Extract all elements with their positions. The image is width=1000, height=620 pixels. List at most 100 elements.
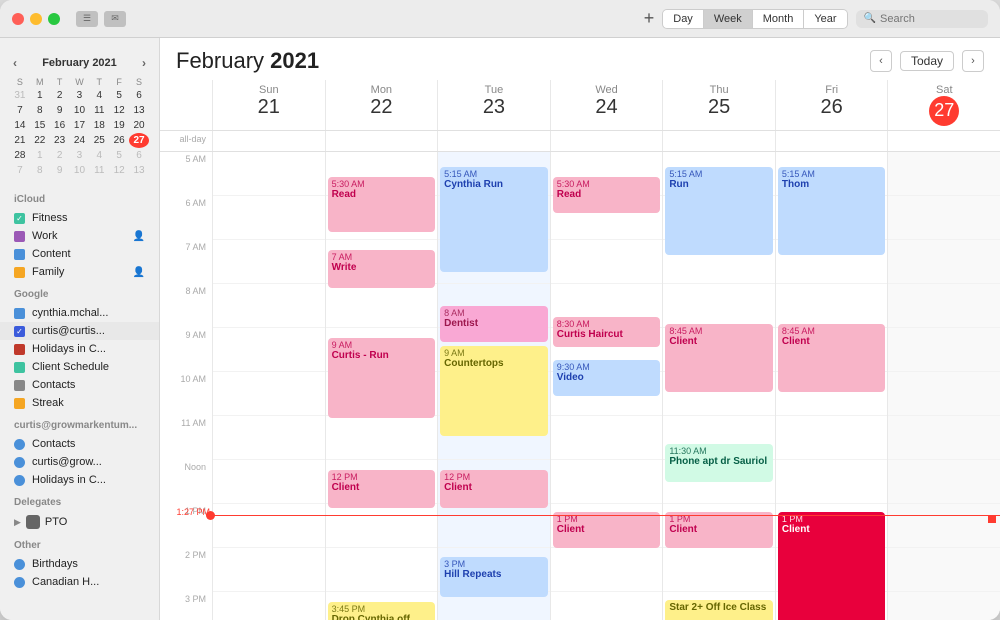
fitness-label: Fitness bbox=[32, 212, 145, 224]
streak-dot bbox=[14, 398, 25, 409]
day-header-wed: Wed 24 bbox=[550, 80, 663, 130]
mini-cal-next[interactable]: › bbox=[139, 56, 149, 70]
time-slot-5am: 5 AM bbox=[160, 152, 212, 196]
sidebar-item-birthdays[interactable]: Birthdays bbox=[0, 555, 159, 573]
sidebar-item-contacts[interactable]: Contacts bbox=[0, 376, 159, 394]
next-week-button[interactable]: › bbox=[962, 50, 984, 72]
sidebar-item-grow-holidays[interactable]: Holidays in C... bbox=[0, 471, 159, 489]
event-tue-countertops[interactable]: 9 AM Countertops bbox=[440, 346, 548, 436]
event-fri-client1[interactable]: 8:45 AM Client bbox=[778, 324, 886, 392]
sidebar-item-family[interactable]: Family 👤 bbox=[0, 263, 159, 281]
sidebar-item-work[interactable]: Work 👤 bbox=[0, 227, 159, 245]
event-thu-star[interactable]: Star 2+ Off Ice Class bbox=[665, 600, 773, 620]
view-week-button[interactable]: Week bbox=[704, 10, 753, 28]
pto-label: PTO bbox=[45, 516, 67, 528]
event-fri-thom[interactable]: 5:15 AM Thom bbox=[778, 167, 886, 255]
view-day-button[interactable]: Day bbox=[663, 10, 704, 28]
day-col-tue[interactable]: 5:15 AM Cynthia Run 8 AM Dentist 9 AM bbox=[437, 152, 550, 620]
mini-cal-prev[interactable]: ‹ bbox=[10, 56, 20, 70]
pto-box bbox=[26, 515, 40, 529]
prev-week-button[interactable]: ‹ bbox=[870, 50, 892, 72]
birthdays-label: Birthdays bbox=[32, 558, 145, 570]
close-icon[interactable] bbox=[12, 13, 24, 25]
sidebar-item-grow-curtis[interactable]: curtis@grow... bbox=[0, 453, 159, 471]
time-slot-3pm: 3 PM bbox=[160, 592, 212, 620]
time-slot-6am: 6 AM bbox=[160, 196, 212, 240]
sidebar-toggle-icon[interactable]: ☰ bbox=[76, 11, 98, 27]
day-col-sat[interactable] bbox=[887, 152, 1000, 620]
event-wed-haircut[interactable]: 8:30 AM Curtis Haircut bbox=[553, 317, 661, 347]
event-fri-client2[interactable]: 1 PM Client bbox=[778, 512, 886, 620]
event-mon-read[interactable]: 5:30 AM Read bbox=[328, 177, 436, 232]
sidebar-item-fitness[interactable]: ✓ Fitness bbox=[0, 209, 159, 227]
chevron-right-icon: ▶ bbox=[14, 517, 21, 528]
event-tue-client[interactable]: 12 PM Client bbox=[440, 470, 548, 508]
calendar-nav: ‹ Today › bbox=[870, 50, 984, 72]
event-tue-hill[interactable]: 3 PM Hill Repeats bbox=[440, 557, 548, 597]
today-button[interactable]: Today bbox=[900, 51, 954, 71]
day-header-fri: Fri 26 bbox=[775, 80, 888, 130]
event-thu-run[interactable]: 5:15 AM Run bbox=[665, 167, 773, 255]
sidebar-item-gcontacts[interactable]: Contacts bbox=[0, 435, 159, 453]
growmark-section-title: curtis@growmarkentum... bbox=[0, 412, 159, 435]
event-wed-video[interactable]: 9:30 AM Video bbox=[553, 360, 661, 396]
pto-item[interactable]: ▶ PTO bbox=[0, 512, 159, 532]
fullscreen-icon[interactable] bbox=[48, 13, 60, 25]
sidebar-item-client-schedule[interactable]: Client Schedule bbox=[0, 358, 159, 376]
sidebar-item-streak[interactable]: Streak bbox=[0, 394, 159, 412]
allday-mon bbox=[325, 131, 438, 151]
search-input[interactable] bbox=[880, 13, 980, 25]
holidays-label: Holidays in C... bbox=[32, 343, 145, 355]
grow-holidays-dot bbox=[14, 475, 25, 486]
event-thu-client1[interactable]: 8:45 AM Client bbox=[665, 324, 773, 392]
day-header-sat: Sat 27 bbox=[887, 80, 1000, 130]
day-header-tue: Tue 23 bbox=[437, 80, 550, 130]
allday-wed bbox=[550, 131, 663, 151]
cynthia-label: cynthia.mchal... bbox=[32, 307, 145, 319]
calendar-scroll[interactable]: 5 AM 6 AM 7 AM 8 AM 9 AM 10 AM 11 AM Noo… bbox=[160, 152, 1000, 620]
add-event-button[interactable]: + bbox=[644, 8, 655, 29]
search-box[interactable]: 🔍 bbox=[856, 10, 988, 28]
curtis-label: curtis@curtis... bbox=[32, 325, 145, 337]
view-month-button[interactable]: Month bbox=[753, 10, 805, 28]
event-mon-client[interactable]: 12 PM Client bbox=[328, 470, 436, 508]
mail-icon[interactable]: ✉ bbox=[104, 11, 126, 27]
mini-cal-title: February 2021 bbox=[42, 57, 117, 69]
time-gutter-header bbox=[160, 80, 212, 130]
day-col-sun[interactable] bbox=[212, 152, 325, 620]
event-tue-dentist[interactable]: 8 AM Dentist bbox=[440, 306, 548, 342]
day-col-wed[interactable]: 5:30 AM Read 8:30 AM Curtis Haircut 9:30… bbox=[550, 152, 663, 620]
event-mon-drop[interactable]: 3:45 PM Drop Cynthia off and... bbox=[328, 602, 436, 620]
view-year-button[interactable]: Year bbox=[804, 10, 846, 28]
sidebar-item-content[interactable]: Content bbox=[0, 245, 159, 263]
event-tue-run[interactable]: 5:15 AM Cynthia Run bbox=[440, 167, 548, 272]
curtis-check: ✓ bbox=[14, 326, 25, 337]
allday-sun bbox=[212, 131, 325, 151]
sat-dot bbox=[988, 515, 996, 523]
day-col-fri[interactable]: 5:15 AM Thom 8:45 AM Client 1 PM bbox=[775, 152, 888, 620]
sidebar-item-holidays[interactable]: Holidays in C... bbox=[0, 340, 159, 358]
day-col-thu[interactable]: 5:15 AM Run 8:45 AM Client 11:30 AM bbox=[662, 152, 775, 620]
time-slot-9am: 9 AM bbox=[160, 328, 212, 372]
minimize-icon[interactable] bbox=[30, 13, 42, 25]
event-mon-write[interactable]: 7 AM Write bbox=[328, 250, 436, 288]
search-icon: 🔍 bbox=[864, 13, 876, 24]
sidebar-item-canadian[interactable]: Canadian H... bbox=[0, 573, 159, 591]
contacts-dot bbox=[14, 380, 25, 391]
time-slot-noon: Noon bbox=[160, 460, 212, 504]
event-thu-client2[interactable]: 1 PM Client bbox=[665, 512, 773, 548]
sidebar-item-cynthia[interactable]: cynthia.mchal... bbox=[0, 304, 159, 322]
allday-tue bbox=[437, 131, 550, 151]
time-column: 5 AM 6 AM 7 AM 8 AM 9 AM 10 AM 11 AM Noo… bbox=[160, 152, 212, 620]
day-col-mon[interactable]: 5:30 AM Read 7 AM Write 9 AM C bbox=[325, 152, 438, 620]
event-wed-read[interactable]: 5:30 AM Read bbox=[553, 177, 661, 213]
birthdays-dot bbox=[14, 559, 25, 570]
main-layout: ‹ February 2021 › SMTWTFS 31123456 78910… bbox=[0, 38, 1000, 620]
event-wed-client[interactable]: 1 PM Client bbox=[553, 512, 661, 548]
allday-thu bbox=[662, 131, 775, 151]
grow-holidays-label: Holidays in C... bbox=[32, 474, 145, 486]
sidebar-item-curtis[interactable]: ✓ curtis@curtis... bbox=[0, 322, 159, 340]
event-thu-phone[interactable]: 11:30 AM Phone apt dr Sauriol bbox=[665, 444, 773, 482]
event-mon-run[interactable]: 9 AM Curtis - Run bbox=[328, 338, 436, 418]
time-slot-8am: 8 AM bbox=[160, 284, 212, 328]
